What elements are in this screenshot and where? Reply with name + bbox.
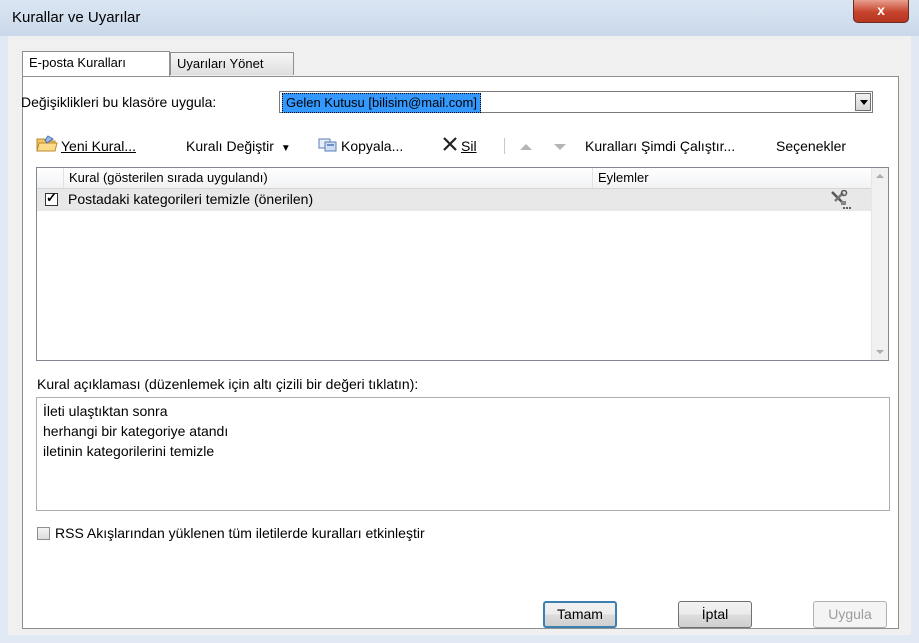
dialog-body: E-posta Kuralları Uyarıları Yönet Değişi… [8, 36, 911, 635]
move-up-icon [520, 144, 532, 151]
cancel-button[interactable]: İptal [678, 601, 752, 628]
description-line: iletinin kategorilerini temizle [43, 443, 215, 459]
table-row[interactable]: Postadaki kategorileri temizle (önerilen… [37, 189, 871, 211]
rules-toolbar: Yeni Kural... Kuralı Değiştir ▼ Kopyala.… [36, 134, 896, 160]
new-rule-icon [36, 135, 58, 160]
dropdown-arrow-icon: ▼ [280, 143, 291, 154]
column-checkbox-header[interactable] [37, 168, 64, 188]
copy-icon [318, 135, 338, 159]
close-button[interactable]: x [853, 0, 909, 23]
change-rule-label: Kuralı Değiştir [186, 138, 274, 154]
title-bar: Kurallar ve Uyarılar x [0, 0, 919, 36]
rules-list-header: Kural (gösterilen sırada uygulandı) Eyle… [37, 168, 871, 189]
toolbar-separator [504, 138, 505, 154]
move-down-icon [554, 144, 566, 151]
copy-rule-button[interactable]: Kopyala... [318, 134, 403, 158]
folder-select-value: Gelen Kutusu [bilisim@mail.com] [282, 93, 481, 113]
options-button[interactable]: Seçenekler [776, 134, 846, 158]
copy-rule-label: Kopyala... [341, 138, 404, 154]
rules-list: Kural (gösterilen sırada uygulandı) Eyle… [36, 167, 889, 361]
description-line: İleti ulaştıktan sonra [43, 403, 168, 419]
run-rules-now-label: Kuralları Şimdi Çalıştır... [585, 138, 736, 154]
folder-select[interactable]: Gelen Kutusu [bilisim@mail.com] [279, 91, 873, 113]
rss-rules-label: RSS Akışlarından yüklenen tüm iletilerde… [55, 525, 425, 541]
change-rule-button[interactable]: Kuralı Değiştir ▼ [186, 134, 291, 158]
column-header-actions[interactable]: Eylemler [593, 168, 871, 188]
description-line: herhangi bir kategoriye atandı [43, 423, 229, 439]
column-header-rule[interactable]: Kural (gösterilen sırada uygulandı) [64, 168, 593, 188]
folder-label: Değişiklikleri bu klasöre uygula: [21, 94, 217, 110]
rule-description-box[interactable]: İleti ulaştıktan sonra herhangi bir kate… [36, 397, 890, 511]
delete-rule-label: Sil [461, 138, 477, 154]
scroll-up-icon[interactable] [876, 174, 884, 178]
rule-enabled-checkbox[interactable] [45, 190, 58, 206]
scroll-down-icon[interactable] [876, 350, 884, 354]
rss-rules-checkbox[interactable] [37, 527, 50, 540]
rule-description-label: Kural açıklaması (düzenlemek için altı ç… [37, 376, 419, 392]
options-label: Seçenekler [776, 138, 847, 154]
delete-icon [442, 135, 458, 159]
chevron-down-icon[interactable] [855, 93, 871, 111]
ok-button[interactable]: Tamam [543, 601, 617, 628]
run-rules-now-button[interactable]: Kuralları Şimdi Çalıştır... [585, 134, 735, 158]
rules-list-scrollbar[interactable] [871, 168, 888, 360]
rule-name: Postadaki kategorileri temizle (önerilen… [68, 191, 314, 207]
tab-manage-alerts[interactable]: Uyarıları Yönet [170, 52, 294, 75]
move-up-button[interactable] [520, 134, 532, 158]
tab-email-rules[interactable]: E-posta Kuralları [22, 51, 170, 76]
wrench-tools-icon[interactable] [829, 189, 851, 213]
new-rule-label: Yeni Kural... [61, 138, 136, 154]
delete-rule-button[interactable]: Sil [442, 134, 477, 158]
window-title: Kurallar ve Uyarılar [12, 9, 141, 26]
apply-button[interactable]: Uygula [813, 601, 887, 628]
move-down-button[interactable] [554, 134, 566, 158]
new-rule-button[interactable]: Yeni Kural... [36, 134, 136, 158]
